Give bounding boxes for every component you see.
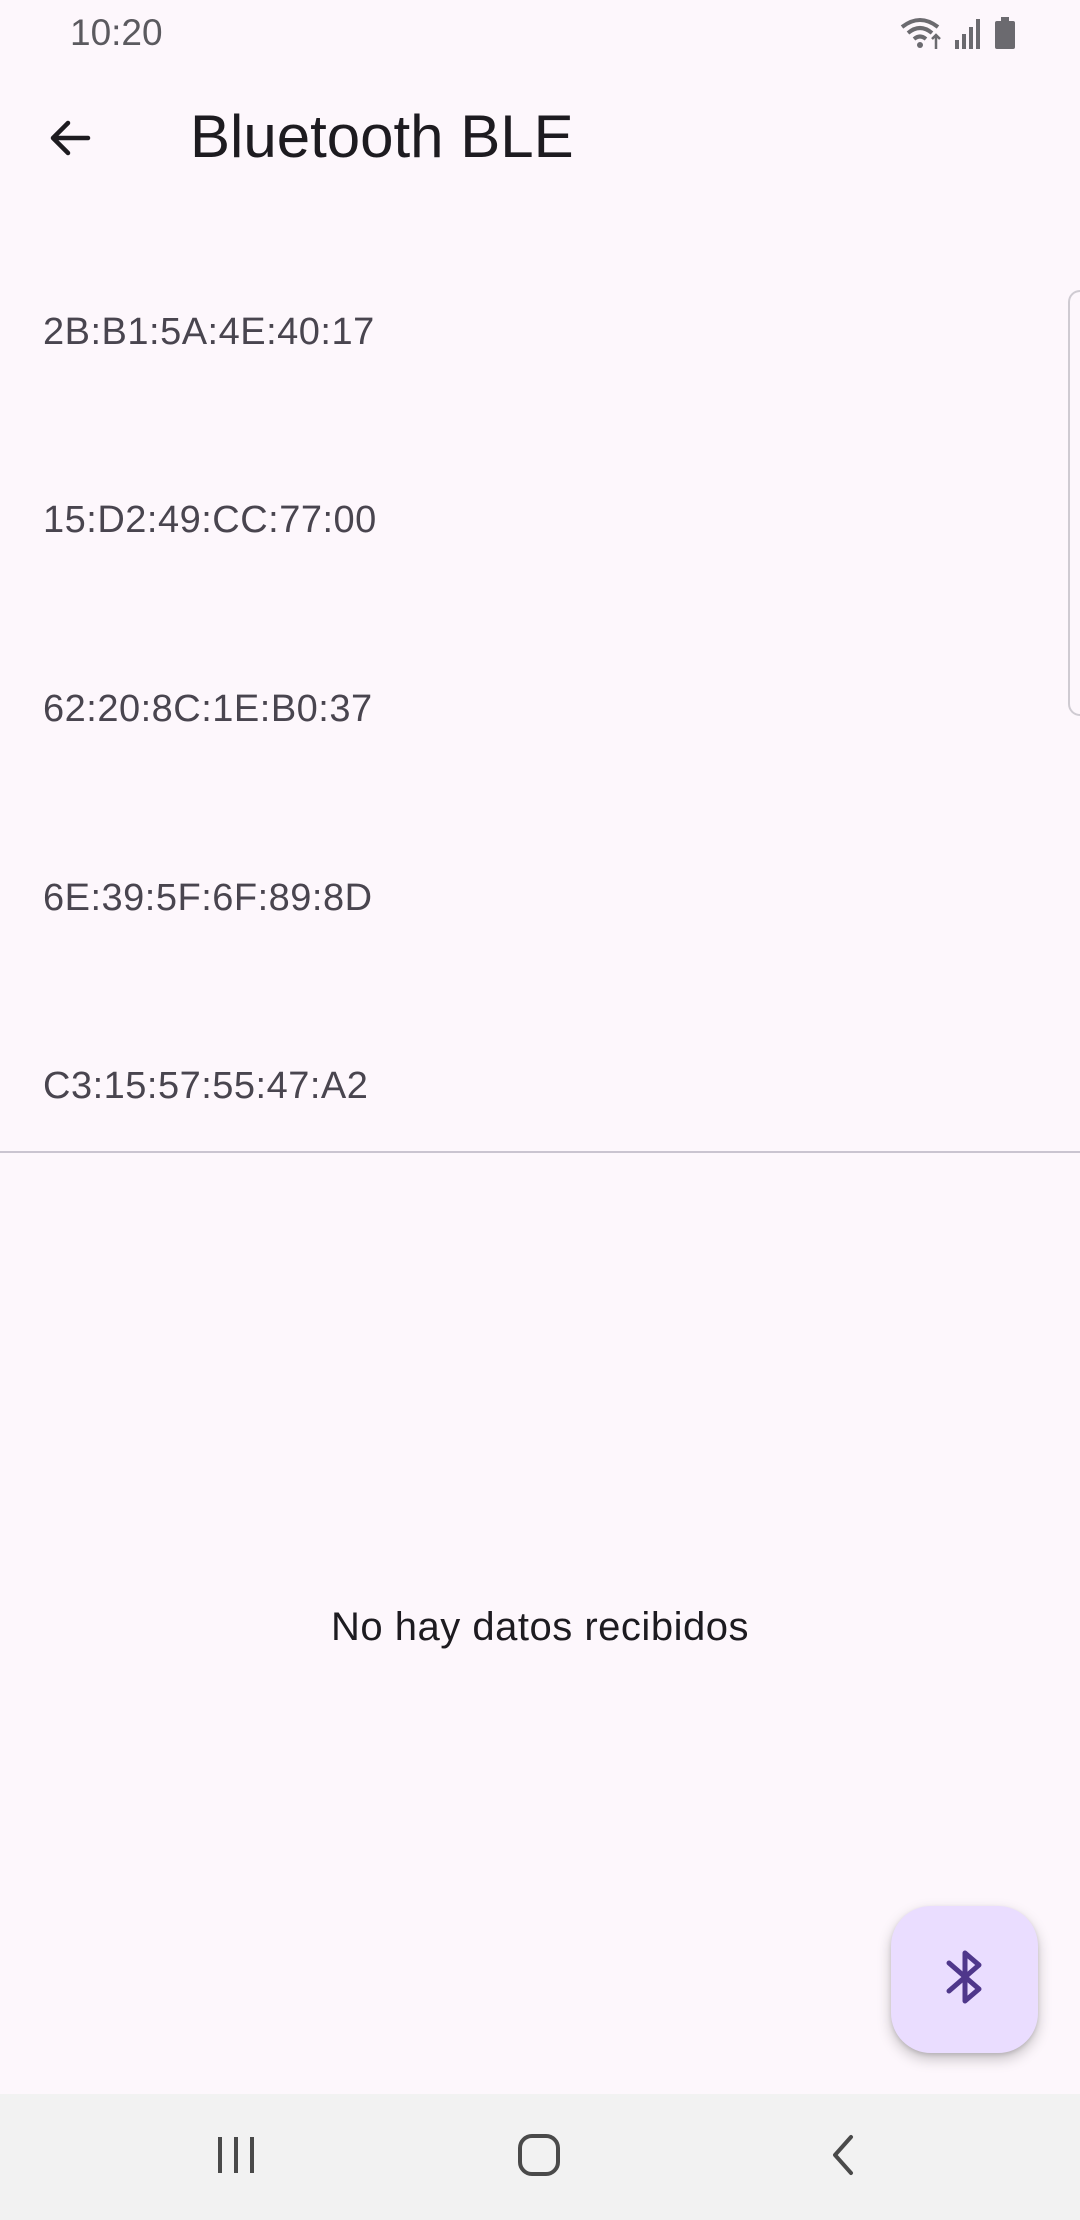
divider: [0, 1151, 1080, 1153]
system-nav-bar: [0, 2094, 1080, 2220]
home-button[interactable]: [484, 2119, 594, 2195]
wifi-icon: [900, 15, 944, 51]
arrow-back-icon: [46, 114, 94, 167]
device-address: 62:20:8C:1E:B0:37: [43, 687, 373, 730]
screen: 10:20 Bluetooth BLE 2B:B1:5A:4E:40:17 15…: [0, 0, 1080, 2220]
list-item[interactable]: 62:20:8C:1E:B0:37: [0, 615, 1080, 803]
list-item[interactable]: 2B:B1:5A:4E:40:17: [0, 238, 1080, 426]
recents-icon: [214, 2135, 258, 2180]
device-list[interactable]: 2B:B1:5A:4E:40:17 15:D2:49:CC:77:00 62:2…: [0, 238, 1080, 1152]
status-time: 10:20: [70, 12, 163, 53]
page-title: Bluetooth BLE: [190, 103, 574, 170]
status-bar: 10:20: [0, 0, 1080, 66]
app-bar: Bluetooth BLE: [0, 66, 1080, 206]
device-address: 2B:B1:5A:4E:40:17: [43, 310, 375, 353]
signal-icon: [954, 16, 984, 50]
scroll-indicator[interactable]: [1068, 290, 1080, 716]
empty-message: No hay datos recibidos: [331, 1605, 749, 1649]
device-address: C3:15:57:55:47:A2: [43, 1064, 369, 1107]
device-address: 15:D2:49:CC:77:00: [43, 498, 377, 541]
back-icon: [827, 2133, 857, 2182]
back-button[interactable]: [34, 104, 106, 176]
list-item[interactable]: 6E:39:5F:6F:89:8D: [0, 804, 1080, 992]
battery-icon: [994, 16, 1016, 50]
list-item[interactable]: 15:D2:49:CC:77:00: [0, 426, 1080, 614]
bluetooth-icon: [943, 1947, 987, 2012]
bluetooth-scan-button[interactable]: [891, 1906, 1038, 2053]
system-back-button[interactable]: [787, 2119, 897, 2195]
home-icon: [516, 2132, 562, 2183]
recents-button[interactable]: [181, 2119, 291, 2195]
status-icons: [900, 14, 1016, 52]
device-address: 6E:39:5F:6F:89:8D: [43, 876, 373, 919]
